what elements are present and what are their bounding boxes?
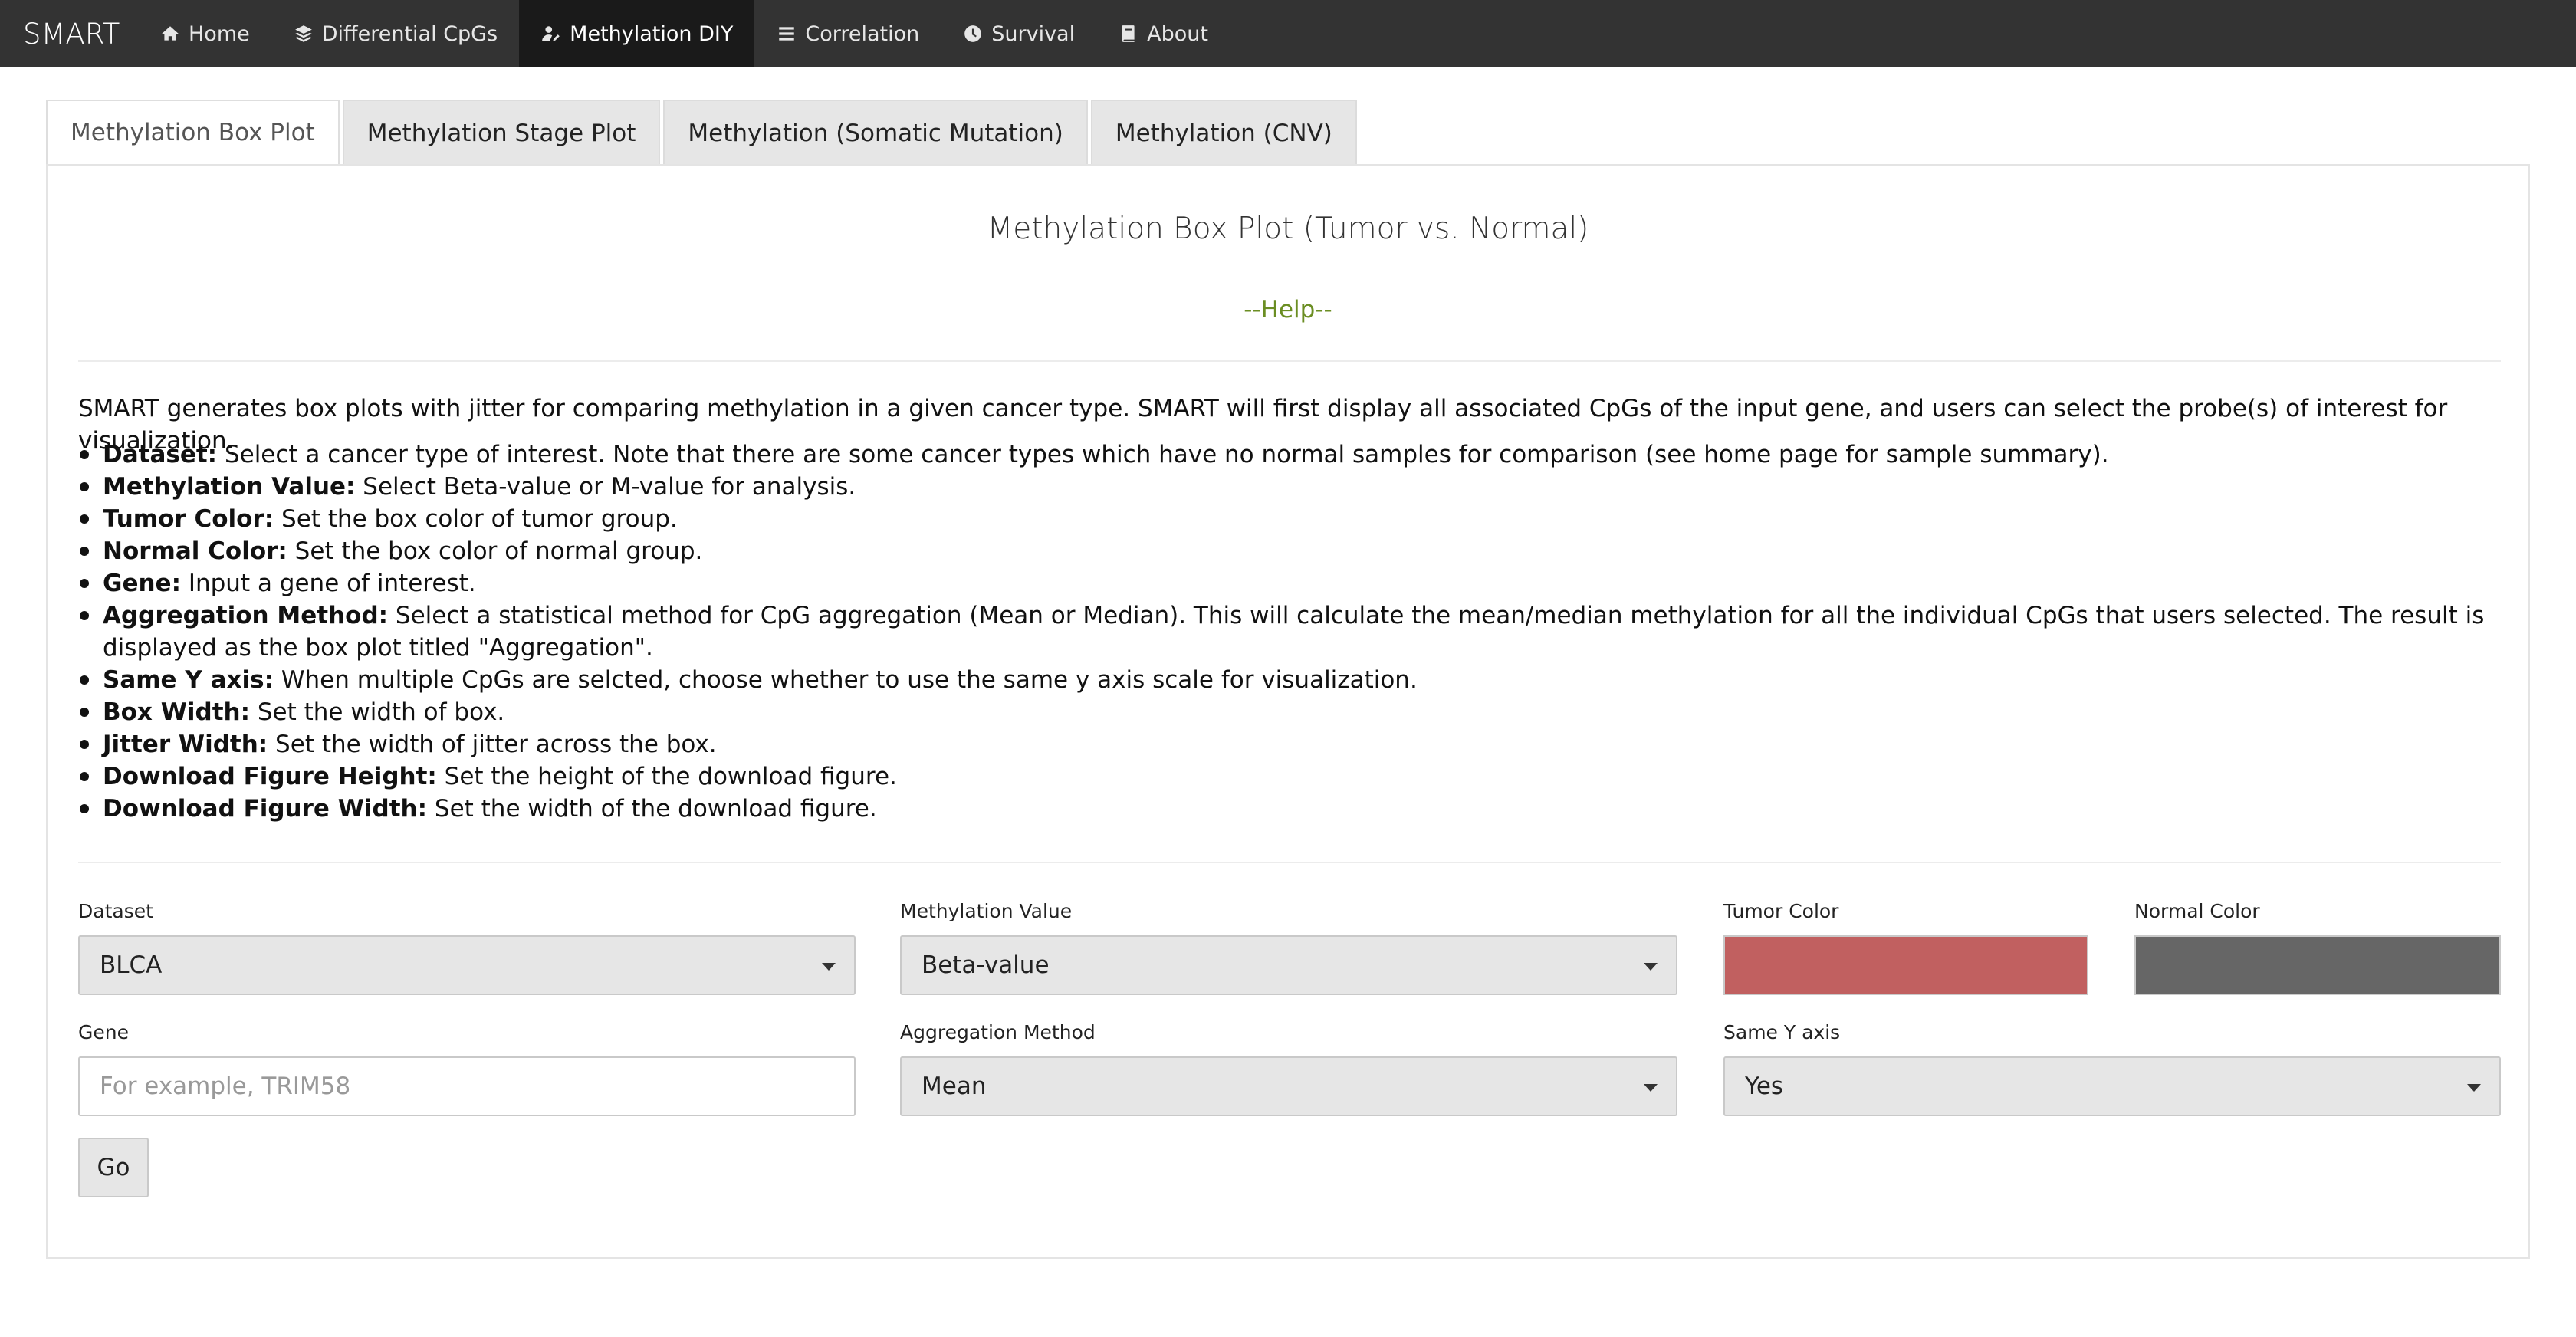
nav-survival[interactable]: Survival [941, 0, 1096, 67]
tumor-color-label: Tumor Color [1723, 900, 1839, 922]
nav-survival-label: Survival [991, 21, 1076, 46]
aggregation-method-label: Aggregation Method [900, 1021, 1096, 1043]
tumor-color-picker[interactable] [1723, 935, 2088, 995]
list-item-text: Select Beta-value or M-value for analysi… [355, 473, 856, 501]
normal-color-label: Normal Color [2134, 900, 2260, 922]
list-item-term: Aggregation Method: [103, 602, 389, 629]
list-item: Box Width: Set the width of box. [78, 696, 2501, 728]
list-item-text: Set the width of the download figure. [427, 795, 877, 823]
same-y-axis-value: Yes [1745, 1073, 1784, 1100]
aggregation-method-select[interactable]: Mean [900, 1056, 1677, 1116]
list-item-term: Tumor Color: [103, 505, 274, 533]
list-item-term: Normal Color: [103, 537, 288, 565]
list-item-text: When multiple CpGs are selcted, choose w… [274, 666, 1418, 694]
plot-tabs: Methylation Box Plot Methylation Stage P… [46, 100, 1357, 166]
chevron-down-icon [822, 963, 836, 971]
same-y-axis-select[interactable]: Yes [1723, 1056, 2501, 1116]
tab-methylation-somatic-mutation[interactable]: Methylation (Somatic Mutation) [663, 100, 1088, 166]
list-item: Download Figure Height: Set the height o… [78, 760, 2501, 793]
list-item: Download Figure Width: Set the width of … [78, 793, 2501, 825]
methylation-value-value: Beta-value [922, 951, 1050, 979]
list-item-term: Gene: [103, 570, 181, 597]
list-item: Normal Color: Set the box color of norma… [78, 535, 2501, 567]
chevron-down-icon [1644, 1084, 1658, 1092]
nav-about-label: About [1147, 21, 1208, 46]
nav-about[interactable]: About [1096, 0, 1230, 67]
list-item-text: Input a gene of interest. [180, 570, 476, 597]
normal-color-picker[interactable] [2134, 935, 2501, 995]
list-item-text: Set the box color of tumor group. [274, 505, 678, 533]
list-item-text: Select a cancer type of interest. Note t… [217, 441, 2109, 468]
list-item: Gene: Input a gene of interest. [78, 567, 2501, 600]
nav-home[interactable]: Home [138, 0, 271, 67]
book-icon [1118, 23, 1139, 44]
list-item: Methylation Value: Select Beta-value or … [78, 471, 2501, 503]
home-icon [159, 23, 181, 44]
list-item-text: Set the height of the download figure. [436, 763, 897, 790]
aggregation-method-value: Mean [922, 1073, 987, 1100]
clock-icon [962, 23, 984, 44]
list-item-text: Set the width of box. [250, 698, 505, 726]
dataset-value: BLCA [100, 951, 163, 979]
bars-icon [776, 23, 797, 44]
list-item-term: Download Figure Width: [103, 795, 428, 823]
nav-differential-cpgs[interactable]: Differential CpGs [271, 0, 519, 67]
help-link[interactable]: --Help-- [48, 296, 2528, 324]
list-item-term: Jitter Width: [103, 731, 268, 758]
help-list: Dataset: Select a cancer type of interes… [78, 439, 2501, 825]
chevron-down-icon [2467, 1084, 2481, 1092]
gene-label: Gene [78, 1021, 129, 1043]
tab-methylation-cnv[interactable]: Methylation (CNV) [1090, 100, 1357, 166]
list-item: Jitter Width: Set the width of jitter ac… [78, 728, 2501, 760]
navbar: SMART Home Differential CpGs Methylation… [0, 0, 2576, 67]
tab-panel: Methylation Box Plot (Tumor vs. Normal) … [46, 164, 2530, 1259]
list-item: Dataset: Select a cancer type of interes… [78, 439, 2501, 471]
list-item: Same Y axis: When multiple CpGs are selc… [78, 664, 2501, 696]
brand-logo[interactable]: SMART [0, 0, 138, 67]
tab-methylation-box-plot[interactable]: Methylation Box Plot [46, 100, 340, 166]
list-item-text: Set the box color of normal group. [287, 537, 703, 565]
list-item: Aggregation Method: Select a statistical… [78, 600, 2501, 664]
dataset-label: Dataset [78, 900, 153, 922]
list-item-term: Dataset: [103, 441, 218, 468]
list-item: Tumor Color: Set the box color of tumor … [78, 503, 2501, 535]
list-item-text: Set the width of jitter across the box. [268, 731, 717, 758]
nav-methylation-diy-label: Methylation DIY [570, 21, 734, 46]
nav-home-label: Home [189, 21, 250, 46]
list-item-term: Download Figure Height: [103, 763, 437, 790]
methylation-value-label: Methylation Value [900, 900, 1073, 922]
nav-differential-cpgs-label: Differential CpGs [321, 21, 498, 46]
divider [78, 360, 2501, 362]
page-title: Methylation Box Plot (Tumor vs. Normal) [987, 212, 1589, 246]
chevron-down-icon [1644, 963, 1658, 971]
divider [78, 862, 2501, 863]
list-item-term: Methylation Value: [103, 473, 356, 501]
same-y-axis-label: Same Y axis [1723, 1021, 1841, 1043]
go-button[interactable]: Go [78, 1138, 149, 1197]
nav-methylation-diy[interactable]: Methylation DIY [519, 0, 755, 67]
list-item-text: Select a statistical method for CpG aggr… [103, 602, 2485, 662]
nav-correlation[interactable]: Correlation [754, 0, 941, 67]
list-item-term: Box Width: [103, 698, 251, 726]
user-edit-icon [540, 23, 562, 44]
tab-methylation-stage-plot[interactable]: Methylation Stage Plot [342, 100, 661, 166]
nav-correlation-label: Correlation [805, 21, 920, 46]
layers-icon [293, 23, 314, 44]
list-item-term: Same Y axis: [103, 666, 274, 694]
methylation-value-select[interactable]: Beta-value [900, 935, 1677, 995]
gene-input[interactable] [78, 1056, 856, 1116]
dataset-select[interactable]: BLCA [78, 935, 856, 995]
